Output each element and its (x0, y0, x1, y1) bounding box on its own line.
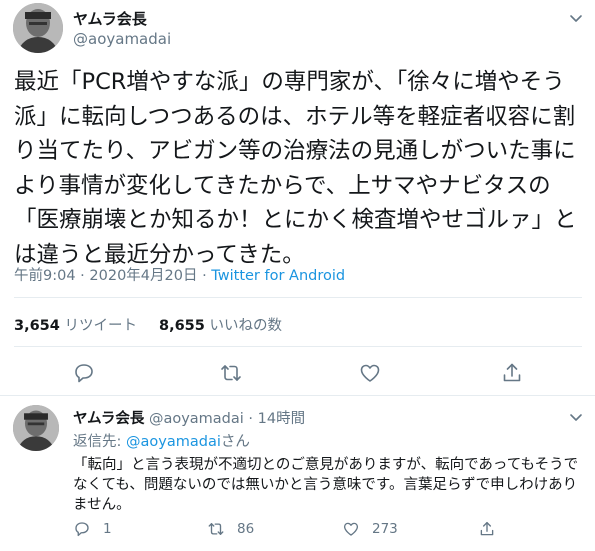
chevron-down-icon[interactable] (566, 407, 586, 427)
divider (14, 346, 582, 347)
reply-to-line: 返信先: @aoyamadaiさん (73, 430, 250, 451)
reply-to-label: 返信先: (73, 434, 126, 450)
retweet-stat[interactable]: 3,654 リツイート (14, 318, 137, 334)
reply-retweet-count: 86 (237, 521, 255, 537)
reply-handle[interactable]: @aoyamadai (149, 411, 244, 427)
share-icon (480, 521, 494, 536)
heart-icon[interactable] (358, 361, 382, 385)
reply-to-mention[interactable]: @aoyamadai (126, 434, 221, 450)
main-tweet: ヤムラ会長 @aoyamadai 最近「PCR増やすな派」の専門家が、「徐々に増… (0, 0, 595, 395)
chevron-down-icon[interactable] (566, 8, 586, 28)
tweet-source-link[interactable]: Twitter for Android (211, 268, 345, 284)
like-count: 8,655 (158, 318, 205, 334)
comment-icon[interactable] (72, 361, 96, 385)
reply-retweet-action[interactable]: 86 (207, 520, 254, 538)
reply-share-action[interactable] (478, 520, 508, 538)
reply-age[interactable]: 14時間 (258, 411, 305, 427)
reply-like-count: 273 (372, 521, 398, 537)
meta-separator: · (197, 268, 212, 284)
retweet-count: 3,654 (14, 318, 60, 334)
reply-comment-action[interactable]: 1 (73, 520, 112, 538)
tweet-text: 最近「PCR増やすな派」の専門家が、「徐々に増やそう派」に転向しつつあるのは、ホ… (14, 69, 577, 268)
divider (0, 395, 595, 396)
retweet-icon (208, 523, 224, 535)
retweet-icon[interactable] (219, 361, 243, 385)
reply-header: ヤムラ会長 @aoyamadai · 14時間 (73, 407, 305, 428)
share-icon[interactable] (500, 361, 524, 385)
like-stat[interactable]: 8,655 いいねの数 (159, 318, 282, 334)
reply-text: 「転向」と言う表現が不適切とのご意見がありますが、転向であってもそうでなくても、… (73, 457, 579, 513)
like-label: いいねの数 (209, 318, 282, 334)
reply-like-action[interactable]: 273 (342, 520, 398, 538)
reply-comment-count: 1 (103, 521, 112, 537)
retweet-label: リツイート (64, 318, 137, 334)
divider (14, 297, 582, 298)
comment-icon (75, 522, 89, 537)
reply-separator: · (243, 411, 258, 427)
tweet-meta: 午前9:04 · 2020年4月20日 · Twitter for Androi… (14, 264, 345, 285)
user-handle[interactable]: @aoyamadai (73, 30, 171, 48)
display-name[interactable]: ヤムラ会長 (73, 8, 147, 29)
meta-separator: · (75, 268, 90, 284)
reply-avatar[interactable] (13, 405, 59, 451)
tweet-stats: 3,654 リツイート 8,655 いいねの数 (14, 314, 282, 335)
reply-display-name[interactable]: ヤムラ会長 (73, 411, 144, 427)
tweet-date[interactable]: 2020年4月20日 (89, 268, 197, 284)
avatar[interactable] (13, 3, 63, 53)
tweet-time[interactable]: 午前9:04 (14, 268, 76, 284)
heart-icon (343, 522, 359, 536)
reply-to-suffix: さん (220, 434, 250, 450)
